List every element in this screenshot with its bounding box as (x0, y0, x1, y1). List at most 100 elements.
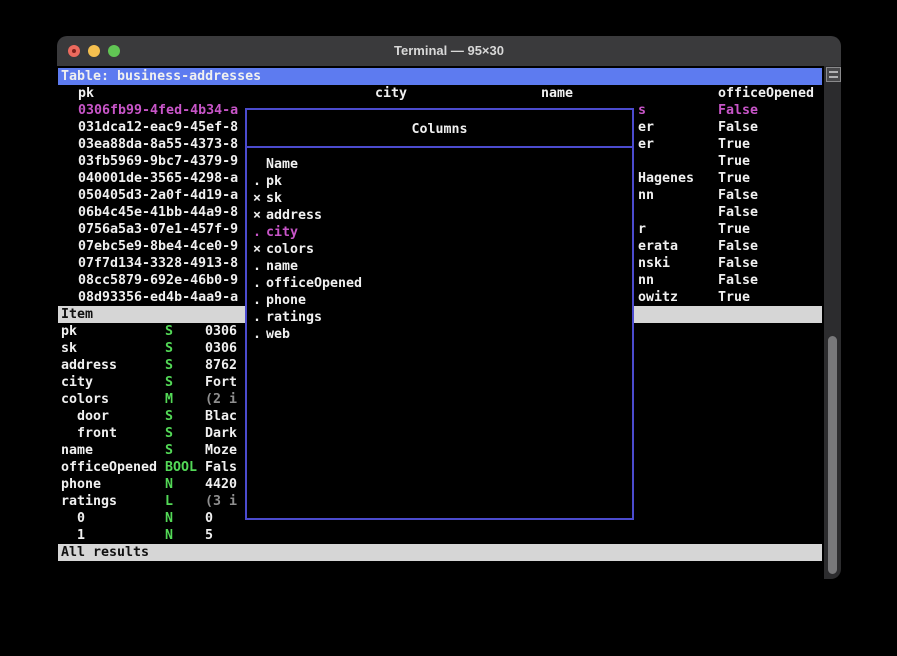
column-toggle-label: address (266, 207, 322, 224)
column-toggle-item[interactable]: . name (247, 258, 632, 275)
attribute-type: M (165, 391, 173, 408)
row-officeOpened: False (718, 255, 758, 272)
column-toggle-label: officeOpened (266, 275, 362, 292)
attribute-name: door (77, 408, 109, 425)
attribute-value: 4420 (205, 476, 237, 493)
row-officeOpened: False (718, 272, 758, 289)
terminal-content: Table: business-addresses pk city name o… (57, 66, 841, 579)
attribute-name: front (77, 425, 117, 442)
column-toggle-item[interactable]: . web (247, 326, 632, 343)
column-toggle-marker-icon: . (253, 173, 261, 190)
attribute-type: N (165, 527, 173, 544)
item-panel-header-bar-right (634, 306, 822, 323)
split-pane-icon[interactable] (826, 67, 841, 82)
attribute-value: 0306 (205, 340, 237, 357)
column-toggle-item[interactable]: . pk (247, 173, 632, 190)
row-name-partial: er (638, 136, 654, 153)
row-officeOpened: True (718, 221, 750, 238)
column-toggle-item[interactable]: . officeOpened (247, 275, 632, 292)
attribute-value: (3 i (205, 493, 237, 510)
row-officeOpened: True (718, 153, 750, 170)
row-pk: 08d93356-ed4b-4aa9-a (78, 289, 238, 306)
row-name-partial: Hagenes (638, 170, 694, 187)
column-toggle-label: sk (266, 190, 282, 207)
attribute-type: S (165, 357, 173, 374)
attribute-value: Fals (205, 459, 237, 476)
column-toggle-item[interactable]: × colors (247, 241, 632, 258)
attribute-value: Blac (205, 408, 237, 425)
row-pk: 0756a5a3-07e1-457f-9 (78, 221, 238, 238)
item-panel-title: Item (61, 306, 93, 323)
column-toggle-marker-icon: . (253, 258, 261, 275)
terminal-window: Terminal — 95×30 Table: business-address… (57, 36, 841, 579)
attribute-type: BOOL (165, 459, 197, 476)
column-toggle-marker-icon: . (253, 292, 261, 309)
scrollbar-thumb[interactable] (827, 335, 838, 575)
attribute-name: phone (61, 476, 101, 493)
row-name-partial: nn (638, 272, 654, 289)
row-name-partial: erata (638, 238, 678, 255)
column-toggle-marker-icon: × (253, 190, 261, 207)
attribute-type: N (165, 476, 173, 493)
attribute-name: address (61, 357, 117, 374)
row-name-partial: nn (638, 187, 654, 204)
column-toggle-item[interactable]: . phone (247, 292, 632, 309)
column-toggle-item[interactable]: × sk (247, 190, 632, 207)
column-header-city: city (375, 85, 407, 102)
attribute-type: S (165, 340, 173, 357)
modal-title: Columns (247, 121, 632, 138)
row-pk: 03fb5969-9bc7-4379-9 (78, 153, 238, 170)
table-title-bar: Table: business-addresses (58, 68, 822, 85)
attribute-value: 8762 (205, 357, 237, 374)
row-officeOpened: True (718, 136, 750, 153)
column-toggle-item[interactable]: . ratings (247, 309, 632, 326)
column-header-officeOpened: officeOpened (718, 85, 814, 102)
row-pk: 07ebc5e9-8be4-4ce0-9 (78, 238, 238, 255)
window-title: Terminal — 95×30 (57, 36, 841, 66)
item-panel-header-bar: Item (58, 306, 245, 323)
row-name-partial: er (638, 119, 654, 136)
attribute-type: S (165, 323, 173, 340)
attribute-name: ratings (61, 493, 117, 510)
row-pk: 07f7d134-3328-4913-8 (78, 255, 238, 272)
row-name-partial: s (638, 102, 646, 119)
row-pk: 03ea88da-8a55-4373-8 (78, 136, 238, 153)
attribute-name: 1 (77, 527, 85, 544)
column-toggle-marker-icon: × (253, 207, 261, 224)
window-titlebar: Terminal — 95×30 (57, 36, 841, 66)
attribute-value: Moze (205, 442, 237, 459)
column-toggle-label: city (266, 224, 298, 241)
column-toggle-marker-icon: × (253, 241, 261, 258)
row-pk: 08cc5879-692e-46b0-9 (78, 272, 238, 289)
attribute-name: name (61, 442, 93, 459)
row-officeOpened: False (718, 238, 758, 255)
column-toggle-item[interactable]: × address (247, 207, 632, 224)
attribute-type: L (165, 493, 173, 510)
column-toggle-label: name (266, 258, 298, 275)
row-officeOpened: True (718, 170, 750, 187)
status-bar: All results (58, 544, 822, 561)
attribute-name: 0 (77, 510, 85, 527)
attribute-value: 5 (205, 527, 213, 544)
modal-separator (247, 146, 632, 148)
attribute-value: (2 i (205, 391, 237, 408)
attribute-type: S (165, 374, 173, 391)
attribute-value: 0306 (205, 323, 237, 340)
column-header-pk: pk (78, 85, 94, 102)
column-toggle-marker-icon: . (253, 326, 261, 343)
attribute-name: colors (61, 391, 109, 408)
column-toggle-label: web (266, 326, 290, 343)
row-officeOpened: True (718, 289, 750, 306)
item-attribute-row[interactable]: 1 N 5 (57, 527, 297, 544)
attribute-name: pk (61, 323, 77, 340)
column-toggle-item[interactable]: . city (247, 224, 632, 241)
status-text: All results (61, 544, 149, 561)
desktop-backdrop: Terminal — 95×30 Table: business-address… (0, 0, 897, 656)
row-pk: 0306fb99-4fed-4b34-a (78, 102, 238, 119)
row-name-partial: r (638, 221, 646, 238)
column-toggle-label: phone (266, 292, 306, 309)
column-toggle-marker-icon: . (253, 224, 261, 241)
row-pk: 040001de-3565-4298-a (78, 170, 238, 187)
attribute-value: Dark (205, 425, 237, 442)
table-title: Table: business-addresses (61, 68, 261, 85)
